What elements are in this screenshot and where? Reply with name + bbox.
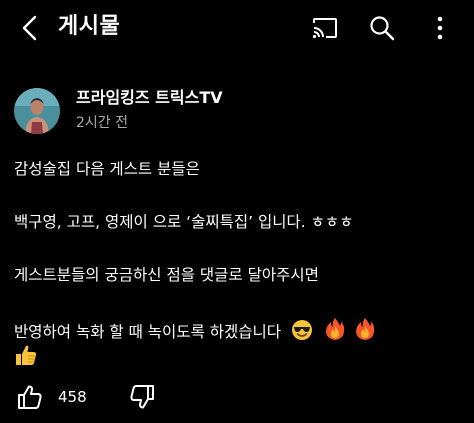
page-title: 게시물 bbox=[58, 14, 121, 39]
thumbs-up-emoji bbox=[14, 343, 38, 373]
sunglasses-emoji bbox=[291, 319, 313, 347]
like-button[interactable] bbox=[14, 382, 46, 412]
thumbs-down-icon bbox=[130, 385, 154, 409]
back-arrow-icon bbox=[22, 15, 37, 41]
back-button[interactable] bbox=[14, 12, 46, 44]
post-actions: 458 bbox=[0, 376, 474, 416]
cast-icon bbox=[312, 18, 337, 39]
thumbs-up-icon bbox=[18, 385, 42, 409]
cast-button[interactable] bbox=[309, 12, 341, 44]
dislike-button[interactable] bbox=[126, 382, 158, 412]
fire-emoji bbox=[355, 317, 375, 347]
post-body: 감성술집 다음 게스트 분들은 백구영, 고프, 영제이 으로 ‘술찌특집’ 입… bbox=[14, 158, 464, 367]
search-button[interactable] bbox=[366, 12, 398, 44]
search-icon bbox=[370, 16, 395, 41]
top-bar: 게시물 bbox=[0, 0, 474, 56]
post-line: 백구영, 고프, 영제이 으로 ‘술찌특집’ 입니다. ㅎㅎㅎ bbox=[14, 213, 354, 231]
more-vertical-icon bbox=[437, 16, 443, 40]
channel-name[interactable]: 프라임킹즈 트릭스TV bbox=[76, 88, 223, 108]
channel-avatar[interactable] bbox=[14, 88, 60, 134]
post-line-with-emoji: 반영하여 녹화 할 때 녹이도록 하겠습니다 bbox=[14, 317, 464, 341]
post-line-emoji bbox=[14, 343, 464, 367]
post-line: 반영하여 녹화 할 때 녹이도록 하겠습니다 bbox=[14, 323, 282, 341]
more-options-button[interactable] bbox=[424, 12, 456, 44]
like-count: 458 bbox=[58, 388, 87, 406]
post-line: 게스트분들의 궁금하신 점을 댓글로 달아주시면 bbox=[14, 266, 319, 284]
post-author: 프라임킹즈 트릭스TV 2시간 전 bbox=[14, 86, 434, 136]
fire-emoji bbox=[325, 317, 345, 347]
post-timestamp: 2시간 전 bbox=[76, 115, 128, 131]
post-line: 감성술집 다음 게스트 분들은 bbox=[14, 160, 200, 178]
